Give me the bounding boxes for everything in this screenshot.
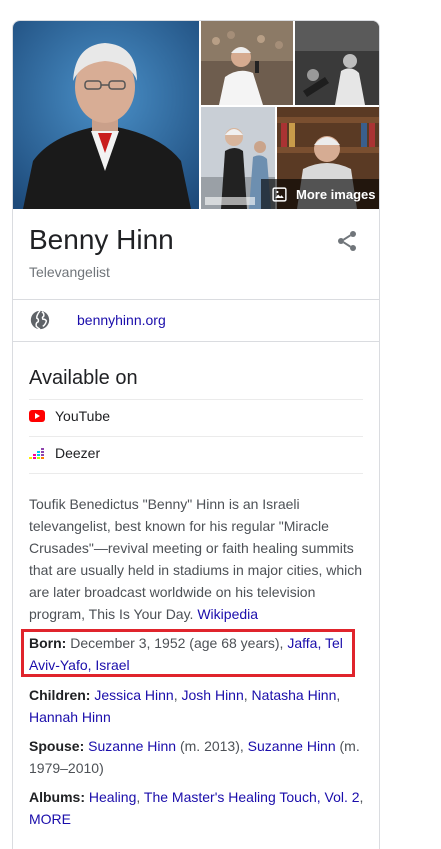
website-row: bennyhinn.org	[29, 308, 166, 332]
photo-preaching[interactable]	[201, 21, 293, 105]
spouse-detail: (m. 2013),	[179, 738, 244, 754]
fact-label: Born:	[29, 635, 67, 651]
fact-albums: Albums: Healing, The Master's Healing To…	[29, 789, 364, 827]
service-youtube[interactable]: YouTube	[29, 406, 110, 426]
share-icon	[338, 231, 356, 251]
deezer-icon	[29, 448, 44, 459]
child-link[interactable]: Hannah Hinn	[29, 709, 111, 725]
entity-title: Benny Hinn	[29, 224, 174, 255]
entity-description: Toufik Benedictus "Benny" Hinn is an Isr…	[29, 493, 369, 625]
albums-more-link[interactable]: MORE	[29, 811, 71, 827]
divider	[29, 399, 363, 400]
service-deezer[interactable]: Deezer	[29, 443, 100, 463]
fact-label: Children:	[29, 687, 91, 703]
youtube-icon	[29, 410, 45, 422]
entity-subtitle: Televangelist	[29, 264, 110, 280]
divider	[29, 473, 363, 474]
main-photo[interactable]	[13, 21, 199, 209]
child-link[interactable]: Natasha Hinn	[252, 687, 337, 703]
fact-born: Born: December 3, 1952 (age 68 years), J…	[29, 632, 369, 676]
divider	[13, 341, 379, 342]
child-link[interactable]: Jessica Hinn	[94, 687, 173, 703]
more-images-button[interactable]: More images	[261, 179, 379, 209]
service-label: Deezer	[55, 445, 101, 461]
wikipedia-link[interactable]: Wikipedia	[197, 606, 258, 622]
image-grid: More images	[13, 21, 379, 209]
album-link[interactable]: Healing	[89, 789, 136, 805]
fact-children: Children: Jessica Hinn, Josh Hinn, Natas…	[29, 687, 341, 725]
service-label: YouTube	[55, 408, 111, 424]
fact-spouse: Spouse: Suzanne Hinn (m. 2013), Suzanne …	[29, 735, 369, 779]
available-on-heading: Available on	[29, 367, 138, 389]
fact-label: Spouse:	[29, 738, 85, 754]
share-button[interactable]	[335, 229, 359, 253]
website-link[interactable]: bennyhinn.org	[77, 312, 166, 328]
more-images-label: More images	[296, 186, 376, 202]
photo-stage-bw[interactable]	[295, 21, 379, 105]
fact-label: Albums:	[29, 789, 85, 805]
spouse-link[interactable]: Suzanne Hinn	[88, 738, 176, 754]
born-date: December 3, 1952 (age 68 years),	[70, 635, 284, 651]
globe-icon	[30, 310, 50, 330]
child-link[interactable]: Josh Hinn	[182, 687, 244, 703]
divider	[13, 299, 379, 300]
divider	[29, 436, 363, 437]
knowledge-panel: More images Benny Hinn Televangelist ben…	[12, 20, 380, 849]
description-text: Toufik Benedictus "Benny" Hinn is an Isr…	[29, 496, 363, 622]
spouse-link[interactable]: Suzanne Hinn	[248, 738, 336, 754]
image-icon	[272, 186, 287, 202]
album-link[interactable]: The Master's Healing Touch, Vol. 2	[144, 789, 360, 805]
